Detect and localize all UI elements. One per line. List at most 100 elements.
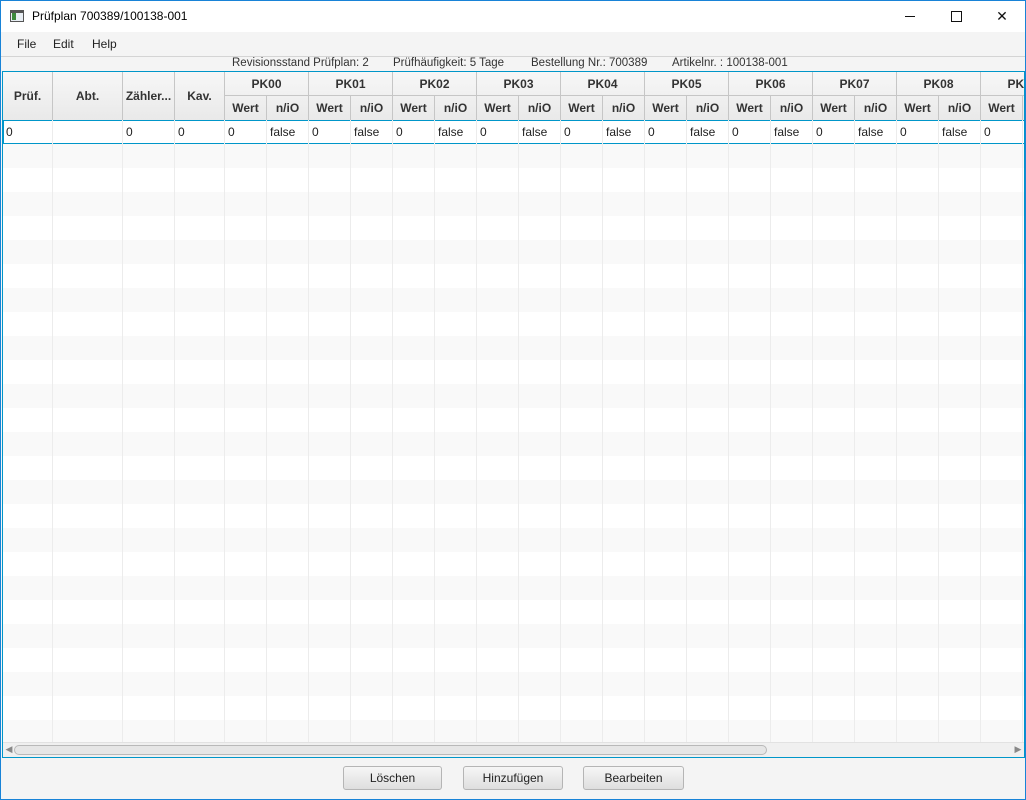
cell-nio[interactable]: false xyxy=(270,125,295,139)
column-header-wert[interactable]: Wert xyxy=(981,96,1023,120)
empty-table-row[interactable] xyxy=(3,264,1024,288)
empty-table-row[interactable] xyxy=(3,504,1024,528)
cell-wert[interactable]: 0 xyxy=(900,125,907,139)
column-header-pruef[interactable]: Prüf. xyxy=(3,72,53,120)
empty-table-row[interactable] xyxy=(3,528,1024,552)
inspection-table[interactable]: Prüf. Abt. Zähler... Kav. PK00 Wert n/iO PK… xyxy=(2,71,1025,758)
column-header-wert[interactable]: Wert xyxy=(645,96,687,120)
column-header-zaehler[interactable]: Zähler... xyxy=(123,72,175,120)
empty-table-row[interactable] xyxy=(3,240,1024,264)
column-group-header[interactable]: PK03 xyxy=(477,72,561,96)
empty-table-row[interactable] xyxy=(3,384,1024,408)
grid-line xyxy=(308,336,309,360)
maximize-button[interactable] xyxy=(933,1,979,32)
cell-wert[interactable]: 0 xyxy=(816,125,823,139)
empty-table-row[interactable] xyxy=(3,336,1024,360)
empty-table-row[interactable] xyxy=(3,408,1024,432)
column-header-wert[interactable]: Wert xyxy=(393,96,435,120)
empty-table-row[interactable] xyxy=(3,432,1024,456)
column-group-header[interactable]: PK08 xyxy=(897,72,981,96)
column-header-wert[interactable]: Wert xyxy=(309,96,351,120)
column-header-nio[interactable]: n/iO xyxy=(1023,96,1024,120)
column-group-header[interactable]: PK07 xyxy=(813,72,897,96)
empty-table-row[interactable] xyxy=(3,360,1024,384)
cell-nio[interactable]: false xyxy=(522,125,547,139)
column-group-header[interactable]: PK09 xyxy=(981,72,1024,96)
menu-help[interactable]: Help xyxy=(92,37,117,51)
grid-line xyxy=(392,600,393,624)
empty-table-row[interactable] xyxy=(3,192,1024,216)
empty-table-row[interactable] xyxy=(3,144,1024,168)
empty-table-row[interactable] xyxy=(3,552,1024,576)
column-group-header[interactable]: PK02 xyxy=(393,72,477,96)
column-group-header[interactable]: PK01 xyxy=(309,72,393,96)
cell-wert[interactable]: 0 xyxy=(984,125,991,139)
column-header-nio[interactable]: n/iO xyxy=(687,96,729,120)
empty-table-row[interactable] xyxy=(3,576,1024,600)
column-group-header[interactable]: PK06 xyxy=(729,72,813,96)
column-header-nio[interactable]: n/iO xyxy=(771,96,813,120)
cell-wert[interactable]: 0 xyxy=(396,125,403,139)
column-header-nio[interactable]: n/iO xyxy=(435,96,477,120)
empty-table-row[interactable] xyxy=(3,720,1024,742)
grid-line xyxy=(686,288,687,312)
add-button[interactable]: Hinzufügen xyxy=(463,766,563,790)
cell-wert[interactable]: 0 xyxy=(564,125,571,139)
empty-table-row[interactable] xyxy=(3,648,1024,672)
column-header-nio[interactable]: n/iO xyxy=(267,96,309,120)
empty-table-row[interactable] xyxy=(3,288,1024,312)
column-header-abt[interactable]: Abt. xyxy=(53,72,123,120)
column-header-wert[interactable]: Wert xyxy=(729,96,771,120)
column-header-wert[interactable]: Wert xyxy=(477,96,519,120)
empty-table-row[interactable] xyxy=(3,696,1024,720)
empty-table-row[interactable] xyxy=(3,624,1024,648)
minimize-button[interactable] xyxy=(887,1,933,32)
empty-table-row[interactable] xyxy=(3,456,1024,480)
menu-file[interactable]: File xyxy=(17,37,36,51)
close-button[interactable]: ✕ xyxy=(979,1,1025,32)
column-header-wert[interactable]: Wert xyxy=(813,96,855,120)
empty-table-row[interactable] xyxy=(3,672,1024,696)
edit-button[interactable]: Bearbeiten xyxy=(583,766,684,790)
column-header-kav[interactable]: Kav. xyxy=(175,72,225,120)
cell-nio[interactable]: false xyxy=(942,125,967,139)
cell-nio[interactable]: false xyxy=(354,125,379,139)
cell-wert[interactable]: 0 xyxy=(228,125,235,139)
cell-wert[interactable]: 0 xyxy=(312,125,319,139)
cell-zaehler[interactable]: 0 xyxy=(126,125,133,139)
column-header-nio[interactable]: n/iO xyxy=(855,96,897,120)
empty-table-row[interactable] xyxy=(3,168,1024,192)
column-group-header[interactable]: PK04 xyxy=(561,72,645,96)
maximize-icon xyxy=(950,11,962,22)
scroll-left-icon[interactable]: ◀ xyxy=(4,745,14,755)
column-header-wert[interactable]: Wert xyxy=(561,96,603,120)
scroll-right-icon[interactable]: ▶ xyxy=(1013,745,1023,755)
empty-table-row[interactable] xyxy=(3,480,1024,504)
empty-table-row[interactable] xyxy=(3,600,1024,624)
cell-nio[interactable]: false xyxy=(606,125,631,139)
column-group-header[interactable]: PK00 xyxy=(225,72,309,96)
column-header-wert[interactable]: Wert xyxy=(897,96,939,120)
horizontal-scrollbar[interactable]: ◀ ▶ xyxy=(3,742,1024,757)
cell-wert[interactable]: 0 xyxy=(480,125,487,139)
cell-kav[interactable]: 0 xyxy=(178,125,185,139)
column-header-nio[interactable]: n/iO xyxy=(519,96,561,120)
menu-edit[interactable]: Edit xyxy=(53,37,74,51)
column-header-nio[interactable]: n/iO xyxy=(603,96,645,120)
empty-table-row[interactable] xyxy=(3,216,1024,240)
table-row[interactable]: 0 0 0 0 false 0 false 0 false 0 false 0 false 0 false 0… xyxy=(3,120,1024,144)
cell-nio[interactable]: false xyxy=(858,125,883,139)
column-header-wert[interactable]: Wert xyxy=(225,96,267,120)
scrollbar-thumb[interactable] xyxy=(14,745,767,755)
cell-wert[interactable]: 0 xyxy=(648,125,655,139)
cell-nio[interactable]: false xyxy=(774,125,799,139)
empty-table-row[interactable] xyxy=(3,312,1024,336)
delete-button[interactable]: Löschen xyxy=(343,766,442,790)
column-group-header[interactable]: PK05 xyxy=(645,72,729,96)
cell-nio[interactable]: false xyxy=(690,125,715,139)
column-header-nio[interactable]: n/iO xyxy=(351,96,393,120)
column-header-nio[interactable]: n/iO xyxy=(939,96,981,120)
cell-pruef[interactable]: 0 xyxy=(6,125,13,139)
cell-nio[interactable]: false xyxy=(438,125,463,139)
cell-wert[interactable]: 0 xyxy=(732,125,739,139)
